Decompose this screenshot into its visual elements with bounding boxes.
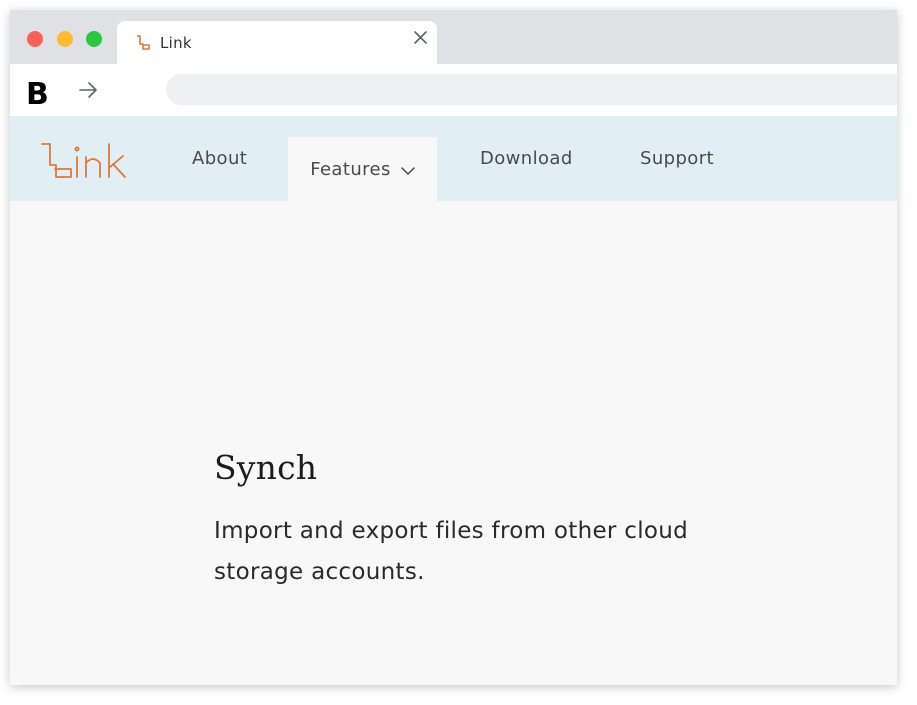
nav-support[interactable]: Support <box>640 116 714 201</box>
tab-strip: Link <box>10 10 897 64</box>
nav-features-label: Features <box>310 158 391 180</box>
browser-toolbar: B <box>10 64 897 116</box>
close-window-button[interactable] <box>27 31 43 47</box>
maximize-window-button[interactable] <box>86 31 102 47</box>
browser-window: Link B About Features Download Support S… <box>10 10 897 685</box>
browser-tab[interactable]: Link <box>117 21 437 64</box>
link-logo-icon <box>137 35 150 50</box>
nav-badge: B <box>26 77 49 112</box>
address-bar[interactable] <box>166 74 897 105</box>
site-navigation: About Features Download Support <box>10 116 897 201</box>
nav-support-label: Support <box>640 148 714 169</box>
nav-download[interactable]: Download <box>480 116 573 201</box>
nav-about-label: About <box>192 148 248 169</box>
nav-download-label: Download <box>480 148 573 169</box>
nav-features[interactable]: Features <box>288 137 437 201</box>
close-icon[interactable] <box>412 29 429 46</box>
chevron-down-icon <box>401 166 415 175</box>
minimize-window-button[interactable] <box>57 31 73 47</box>
tab-title: Link <box>160 34 192 52</box>
feature-description: Import and export files from other cloud… <box>214 518 689 585</box>
link-logo[interactable] <box>41 142 137 180</box>
feature-title: Synch <box>214 448 318 487</box>
nav-about[interactable]: About <box>192 116 247 201</box>
arrow-right-icon[interactable] <box>77 80 99 100</box>
